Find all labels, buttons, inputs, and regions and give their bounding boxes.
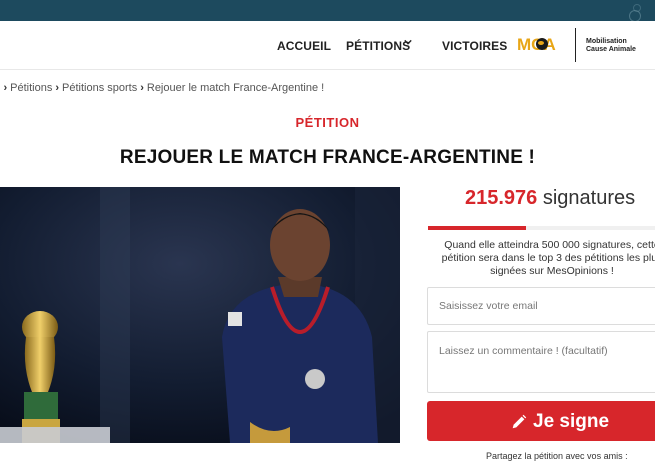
page-title: REJOUER LE MATCH FRANCE-ARGENTINE ! [119, 147, 536, 168]
corner-decoration-small [633, 4, 641, 12]
nav-item-petitions[interactable]: PÉTITIONS [346, 39, 410, 53]
signature-count: 215.976 [465, 187, 538, 209]
nav-item-accueil[interactable]: ACCUEIL [277, 39, 331, 53]
breadcrumb-item-petitions[interactable]: Pétitions [10, 82, 52, 94]
breadcrumb-item-current: Rejouer le match France-Argentine ! [146, 82, 325, 94]
signature-label: signatures [542, 187, 636, 209]
breadcrumb-separator-icon: › [140, 82, 144, 94]
petition-photo [0, 187, 400, 443]
breadcrumb-item-sports[interactable]: Pétitions sports [62, 82, 137, 94]
photo-illustration [0, 187, 400, 443]
signature-progress-bar [428, 226, 655, 230]
chevron-down-icon[interactable] [404, 38, 412, 46]
comment-placeholder: Laissez un commentaire ! (facultatif) [439, 345, 608, 357]
share-text: Partagez la pétition avec vos amis : [486, 451, 628, 461]
petition-tag: PÉTITION [295, 115, 360, 130]
email-placeholder: Saisissez votre email [439, 300, 538, 312]
comment-field[interactable]: Laissez un commentaire ! (facultatif) [427, 331, 655, 393]
email-field[interactable]: Saisissez votre email [427, 287, 655, 325]
logo-tagline: Mobilisation Cause Animale [586, 38, 636, 54]
pen-icon [512, 414, 527, 429]
signature-progress-fill [428, 226, 526, 230]
sign-button-label: Je signe [533, 411, 610, 432]
nav-item-victoires[interactable]: VICTOIRES [442, 39, 507, 53]
logo-divider [575, 28, 576, 62]
breadcrumb-separator-icon: › [3, 82, 8, 94]
signature-counter: 215.976 signatures [465, 187, 635, 210]
top-bar [0, 0, 655, 22]
mca-logo[interactable]: MCA [517, 33, 567, 55]
logo-text-line2: Cause Animale [586, 46, 636, 53]
breadcrumb: l›Pétitions›Pétitions sports›Rejouer le … [0, 82, 324, 94]
signature-goal-text: Quand elle atteindra 500 000 signatures,… [441, 239, 655, 277]
breadcrumb-separator-icon: › [55, 82, 59, 94]
sign-button[interactable]: Je signe [427, 401, 655, 441]
logo-text-line1: Mobilisation [586, 38, 627, 45]
